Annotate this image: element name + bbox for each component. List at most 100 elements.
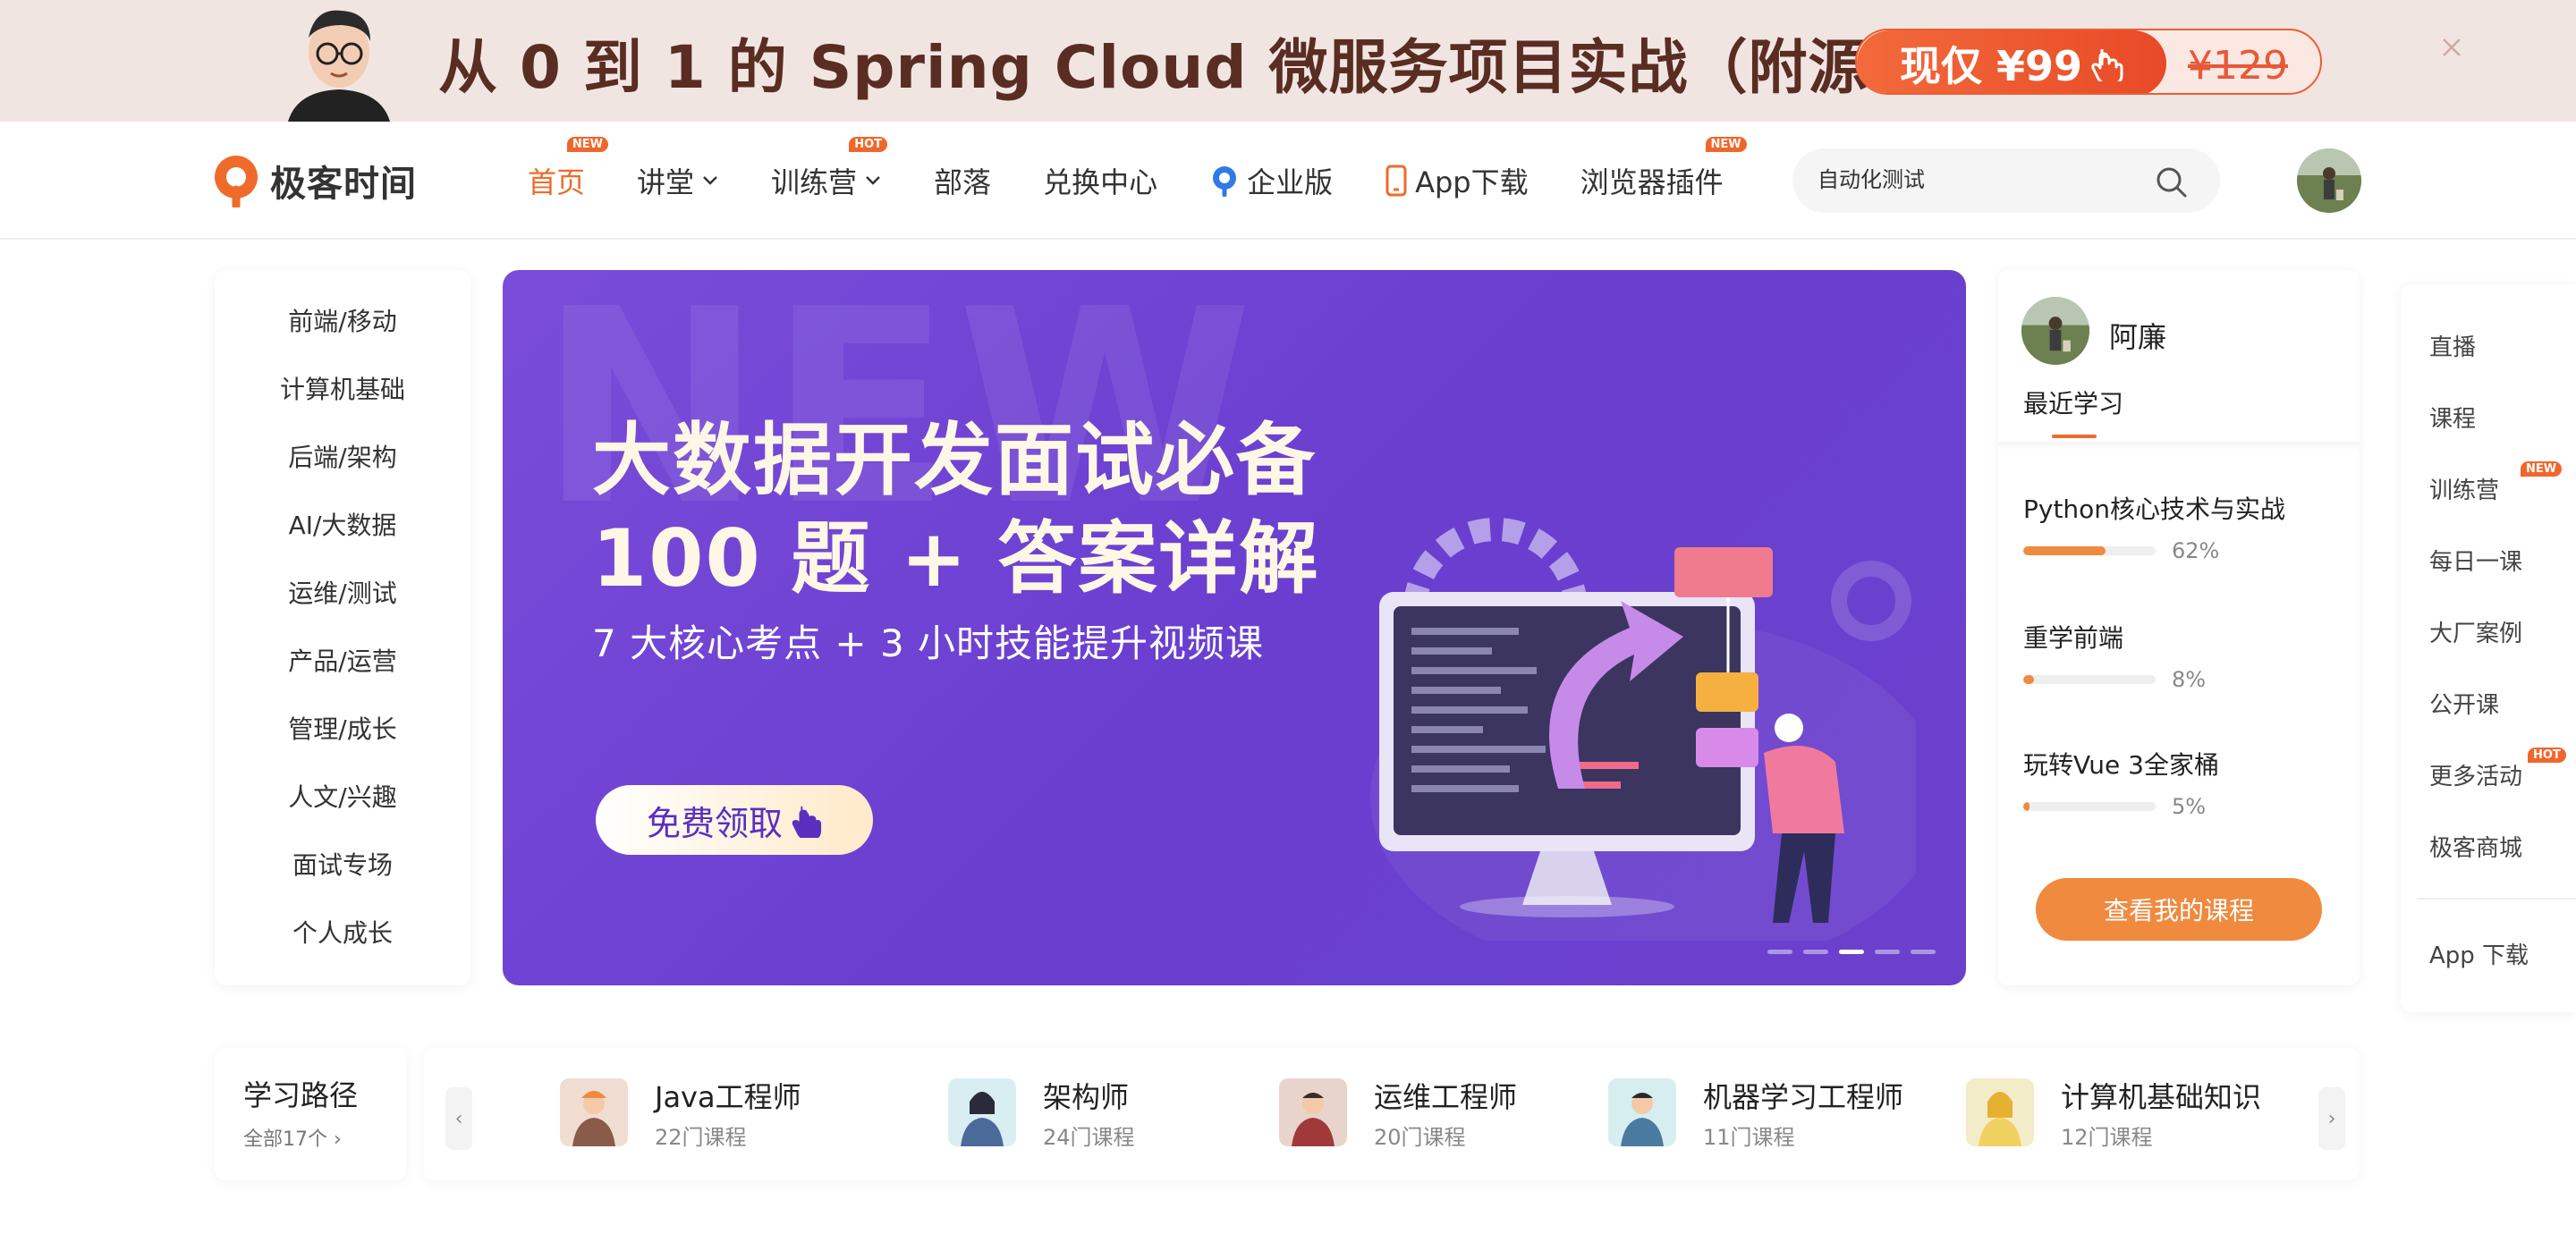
- search-input[interactable]: [1818, 165, 2157, 190]
- path-thumb: [948, 1078, 1016, 1146]
- promo-price-button[interactable]: 现仅 ¥99 ¥129: [1855, 29, 2322, 95]
- view-all-paths-link[interactable]: 全部17个 ›: [243, 1123, 342, 1152]
- path-item-cs-basics[interactable]: 计算机基础知识 12门课程: [1966, 1078, 2262, 1150]
- path-name: 机器学习工程师: [1703, 1079, 1904, 1114]
- free-claim-button[interactable]: 免费领取: [596, 785, 873, 855]
- nav-lectures-label: 讲堂: [637, 165, 695, 199]
- nav-app-download[interactable]: App下载: [1385, 160, 1529, 201]
- progress-percent: 8%: [2172, 667, 2207, 692]
- hero-banner[interactable]: NEW 大数据开发面试必备 100 题 + 答案详解 7 大核心考点 + 3 小…: [503, 270, 1966, 985]
- nav-bootcamp[interactable]: 训练营 HOT: [771, 137, 888, 201]
- learner-name: 阿廉: [2109, 320, 2167, 354]
- category-humanities[interactable]: 人文/兴趣: [215, 778, 470, 846]
- category-personal-growth[interactable]: 个人成长: [215, 914, 470, 982]
- course-title: 重学前端: [2023, 623, 2124, 653]
- category-frontend[interactable]: 前端/移动: [215, 302, 470, 370]
- carousel-dot-active[interactable]: [1839, 950, 1864, 954]
- category-ops-testing[interactable]: 运维/测试: [215, 574, 470, 642]
- side-item-courses[interactable]: 课程: [2429, 401, 2476, 434]
- nav-lectures[interactable]: 讲堂: [637, 160, 719, 201]
- side-item-app-download[interactable]: App 下载: [2429, 937, 2529, 970]
- category-backend[interactable]: 后端/架构: [215, 438, 470, 506]
- new-badge: NEW: [2521, 461, 2563, 477]
- course-item[interactable]: 玩转Vue 3全家桶 5%: [2023, 746, 2345, 819]
- side-item-open-course[interactable]: 公开课: [2429, 687, 2499, 720]
- nav-browser-plugin[interactable]: 浏览器插件 NEW: [1580, 137, 1747, 201]
- course-title: Python核心技术与实战: [2023, 494, 2286, 524]
- path-item-java[interactable]: Java工程师 22门课程: [560, 1078, 801, 1150]
- engineer-avatar-icon: [1966, 1078, 2034, 1146]
- nav-browser-plugin-label: 浏览器插件: [1580, 165, 1724, 199]
- course-item[interactable]: 重学前端 8%: [2023, 619, 2345, 692]
- carousel-dot[interactable]: [1767, 950, 1792, 954]
- nav-home[interactable]: 首页 NEW: [528, 137, 609, 201]
- path-item-ops-engineer[interactable]: 运维工程师 20门课程: [1279, 1078, 1517, 1150]
- learning-path-title: 学习路径: [243, 1078, 359, 1112]
- hand-pointer-icon: [2091, 49, 2123, 81]
- promo-banner[interactable]: 从 0 到 1 的 Spring Cloud 微服务项目实战（附源码） 现仅 ¥…: [0, 0, 2576, 122]
- progress-bar: [2023, 546, 2156, 555]
- learner-avatar[interactable]: [2021, 297, 2089, 365]
- hero-title: 大数据开发面试必备 100 题 + 答案详解: [592, 411, 1319, 608]
- side-item-bootcamp[interactable]: 训练营: [2429, 472, 2499, 505]
- side-menu: 直播 课程 训练营 NEW 每日一课 大厂案例 公开课 更多活动 HOT 极客商…: [2401, 284, 2576, 1012]
- path-item-architect[interactable]: 架构师 24门课程: [948, 1078, 1135, 1150]
- path-course-count: 24门课程: [1043, 1124, 1135, 1150]
- path-thumb: [1966, 1078, 2034, 1146]
- carousel-dot[interactable]: [1803, 950, 1828, 954]
- hand-pointer-icon: [792, 806, 822, 838]
- path-name: 架构师: [1043, 1079, 1130, 1114]
- search-icon[interactable]: [2154, 165, 2190, 200]
- path-course-count: 20门课程: [1374, 1124, 1466, 1150]
- nav-home-label: 首页: [528, 165, 586, 199]
- side-item-big-company-cases[interactable]: 大厂案例: [2429, 615, 2522, 648]
- divider: [1998, 442, 2360, 451]
- view-my-courses-button[interactable]: 查看我的课程: [2036, 878, 2322, 941]
- close-icon[interactable]: [2436, 32, 2467, 63]
- path-name: Java工程师: [655, 1079, 801, 1114]
- tab-underline: [2052, 435, 2097, 438]
- path-thumb: [1279, 1078, 1347, 1146]
- path-course-count: 22门课程: [655, 1124, 747, 1150]
- nav-tribe-label: 部落: [934, 165, 992, 199]
- chevron-down-icon: [703, 176, 717, 185]
- carousel-dot[interactable]: [1875, 950, 1900, 954]
- category-management[interactable]: 管理/成长: [215, 710, 470, 778]
- avatar-photo-icon: [2021, 297, 2089, 365]
- category-interview[interactable]: 面试专场: [215, 846, 470, 914]
- recent-learning-panel: 阿廉 最近学习 Python核心技术与实战 62% 重学前端 8% 玩转Vue …: [1998, 270, 2360, 985]
- tab-recent-learning[interactable]: 最近学习: [2023, 384, 2123, 420]
- avatar-photo-icon: [2297, 148, 2361, 213]
- hot-badge: HOT: [2528, 748, 2566, 763]
- course-item[interactable]: Python核心技术与实战 62%: [2023, 490, 2345, 563]
- side-item-daily-lesson[interactable]: 每日一课: [2429, 544, 2522, 577]
- category-product[interactable]: 产品/运营: [215, 642, 470, 710]
- chevron-right-icon: ›: [2327, 1107, 2336, 1130]
- new-badge: NEW: [566, 137, 609, 152]
- side-item-live[interactable]: 直播: [2429, 329, 2476, 362]
- nav-redeem[interactable]: 兑换中心: [1043, 160, 1157, 201]
- path-thumb: [560, 1078, 628, 1146]
- user-avatar[interactable]: [2297, 148, 2361, 213]
- path-course-count: 11门课程: [1703, 1124, 1795, 1150]
- category-ai-bigdata[interactable]: AI/大数据: [215, 506, 470, 574]
- nav-tribe[interactable]: 部落: [934, 160, 991, 201]
- divider: [2417, 898, 2576, 900]
- carousel-prev-button[interactable]: ‹: [445, 1087, 472, 1150]
- site-logo[interactable]: 极客时间: [211, 152, 417, 209]
- category-cs-basics[interactable]: 计算机基础: [215, 370, 470, 438]
- path-item-ml-engineer[interactable]: 机器学习工程师 11门课程: [1608, 1078, 1904, 1150]
- chevron-right-icon: ›: [334, 1128, 342, 1151]
- path-course-count: 12门课程: [2061, 1124, 2153, 1150]
- nav-app-download-label: App下载: [1415, 165, 1529, 199]
- hot-badge: HOT: [849, 137, 888, 152]
- promo-price-now: 现仅 ¥99: [1900, 42, 2083, 90]
- path-name: 计算机基础知识: [2061, 1079, 2262, 1114]
- enterprise-icon: [1213, 166, 1237, 197]
- carousel-next-button[interactable]: ›: [2318, 1087, 2345, 1150]
- side-item-store[interactable]: 极客商城: [2429, 830, 2522, 863]
- carousel-dot[interactable]: [1911, 950, 1936, 954]
- logo-icon: [215, 156, 258, 207]
- side-item-more-events[interactable]: 更多活动: [2429, 758, 2522, 791]
- nav-enterprise[interactable]: 企业版: [1209, 160, 1333, 201]
